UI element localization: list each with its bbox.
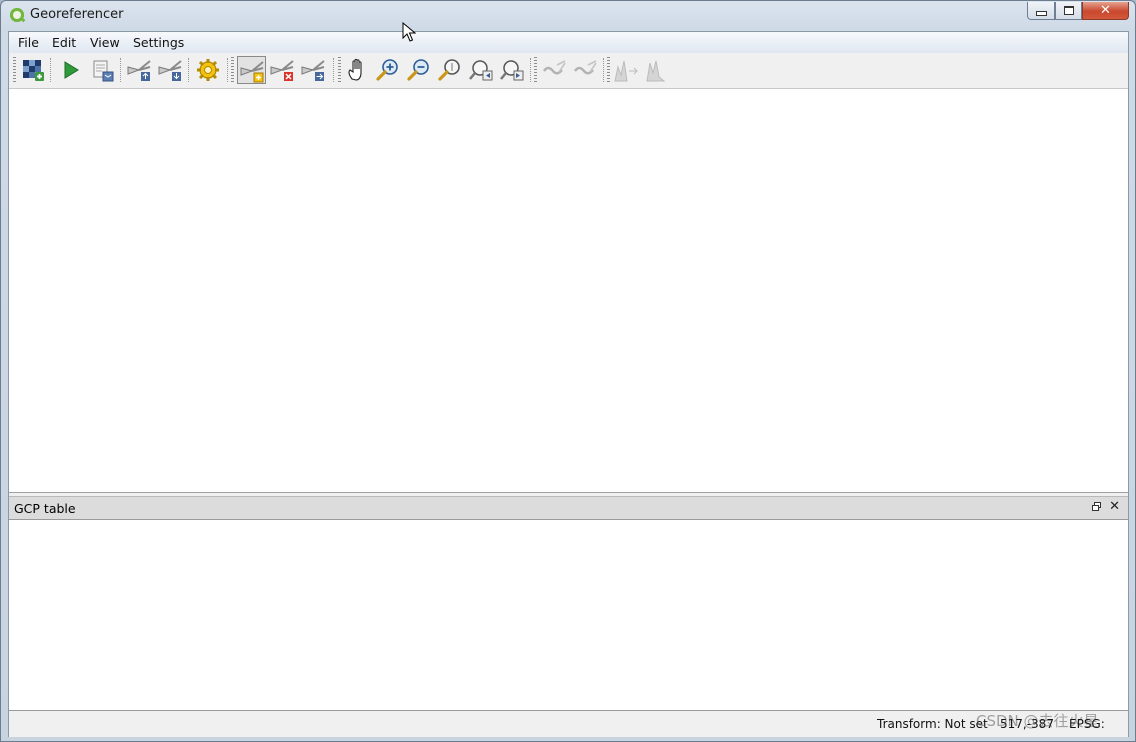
save-gcp-points-button[interactable] (157, 57, 183, 83)
zoom-in-icon (376, 59, 398, 81)
transform-status: Transform: Not set (877, 717, 988, 731)
zoom-to-layer-icon (438, 59, 460, 81)
move-gcp-point-button[interactable] (300, 57, 326, 83)
local-histogram-stretch-icon (646, 60, 666, 82)
link-qgis-to-georeferencer-icon (573, 60, 597, 75)
toolbar-handle[interactable] (13, 57, 16, 83)
transformation-settings-button[interactable] (195, 57, 221, 83)
open-raster-button[interactable] (20, 57, 46, 83)
toolbar-handle[interactable] (338, 57, 341, 83)
zoom-last-button[interactable] (468, 57, 494, 83)
local-histogram-stretch-button[interactable] (644, 57, 670, 83)
generate-gdal-script-button[interactable] (89, 57, 115, 83)
qgis-logo-tail (19, 16, 26, 23)
start-georeferencing-button[interactable] (58, 57, 84, 83)
client-area: File Edit View Settings GCP table ✕ Tran… (8, 31, 1129, 737)
window-title: Georeferencer (30, 7, 124, 22)
close-panel-icon[interactable]: ✕ (1109, 499, 1120, 514)
gcp-panel-header[interactable]: GCP table ✕ (9, 496, 1128, 519)
move-gcp-point-icon (301, 60, 325, 81)
zoom-to-layer-button[interactable] (437, 57, 463, 83)
menu-bar: File Edit View Settings (9, 32, 1128, 53)
toolbar (9, 53, 1128, 89)
delete-point-icon (270, 60, 294, 81)
zoom-out-button[interactable] (406, 57, 432, 83)
transformation-settings-icon (197, 59, 219, 81)
minimize-button[interactable] (1027, 2, 1055, 20)
full-histogram-stretch-button[interactable] (613, 57, 639, 83)
watermark: CSDN @去往火星 (976, 712, 1099, 730)
zoom-next-icon (500, 60, 524, 81)
link-georeferencer-to-qgis-button[interactable] (541, 57, 567, 83)
title-bar[interactable]: Georeferencer ✕ (1, 1, 1135, 30)
delete-point-button[interactable] (269, 57, 295, 83)
menu-edit[interactable]: Edit (52, 35, 76, 50)
zoom-in-button[interactable] (375, 57, 401, 83)
full-histogram-stretch-icon (614, 60, 638, 82)
load-gcp-points-icon (127, 60, 151, 81)
menu-settings[interactable]: Settings (133, 35, 184, 50)
maximize-button[interactable] (1055, 2, 1082, 20)
open-raster-icon (23, 60, 44, 81)
add-point-icon (240, 61, 264, 83)
link-qgis-to-georeferencer-button[interactable] (572, 57, 598, 83)
toolbar-handle[interactable] (231, 57, 234, 83)
generate-gdal-script-icon (93, 60, 114, 82)
menu-view[interactable]: View (90, 35, 120, 50)
gcp-panel-title: GCP table (14, 501, 76, 516)
status-bar: Transform: Not set 517,-387 EPSG: (9, 711, 1128, 737)
close-icon: ✕ (1100, 3, 1111, 18)
add-point-button[interactable] (237, 56, 266, 84)
pan-icon (348, 58, 362, 81)
link-georeferencer-to-qgis-icon (542, 60, 566, 75)
undock-icon[interactable] (1092, 502, 1101, 511)
save-gcp-points-icon (158, 60, 182, 81)
gcp-table[interactable] (9, 519, 1128, 711)
zoom-last-icon (469, 60, 493, 81)
close-button[interactable]: ✕ (1082, 2, 1129, 20)
menu-file[interactable]: File (18, 35, 39, 50)
zoom-next-button[interactable] (499, 57, 525, 83)
map-canvas[interactable] (9, 89, 1128, 493)
zoom-out-icon (407, 59, 429, 81)
toolbar-handle[interactable] (607, 57, 610, 83)
mouse-cursor-icon (402, 22, 416, 42)
minimize-icon (1035, 10, 1047, 16)
maximize-icon (1063, 6, 1074, 15)
toolbar-handle[interactable] (534, 57, 537, 83)
start-georeferencing-icon (64, 61, 79, 79)
pan-button[interactable] (344, 57, 370, 83)
georeferencer-window: Georeferencer ✕ File Edit View Settings (0, 0, 1136, 742)
load-gcp-points-button[interactable] (126, 57, 152, 83)
